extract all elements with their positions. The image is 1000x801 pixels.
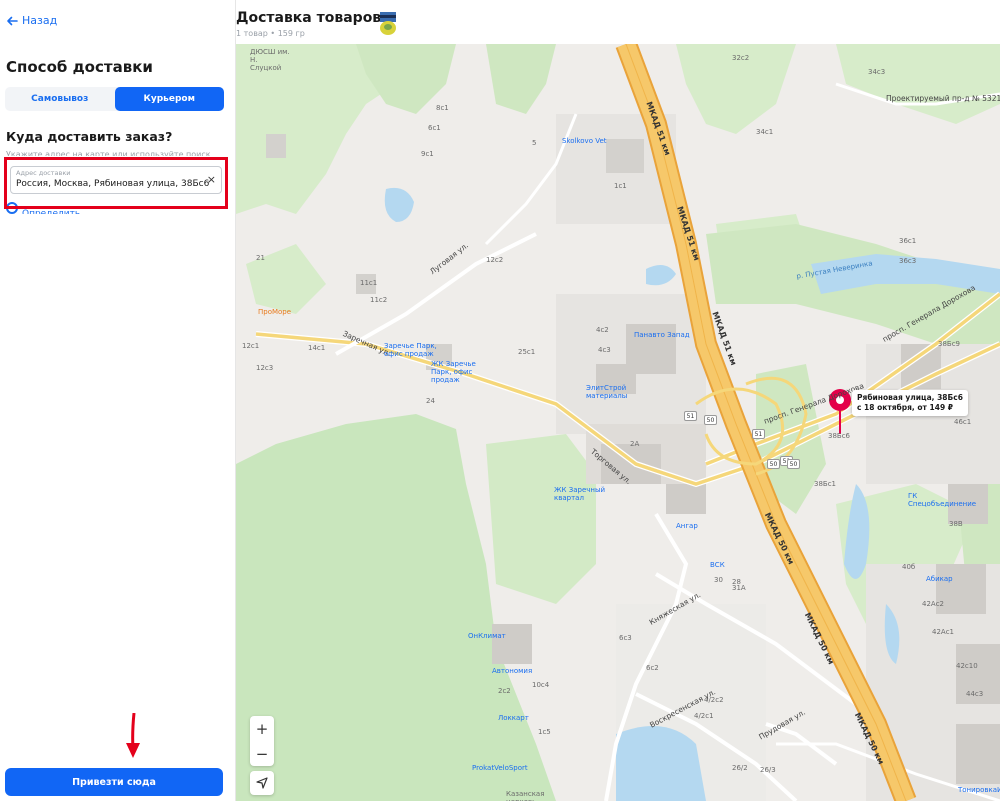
red-arrow-annotation [126, 713, 140, 758]
page-header: Доставка товаров 1 товар • 159 гр [236, 0, 1000, 44]
building-number: 9с1 [421, 150, 434, 158]
building-number: 36с3 [899, 257, 917, 265]
building-number: 34с3 [868, 68, 886, 76]
route-shield: 51 [752, 429, 765, 439]
building-number: 26/3 [760, 766, 776, 774]
page-subtitle: 1 товар • 159 гр [236, 29, 305, 38]
map[interactable]: МКАД 51 км МКАД 51 км МКАД 51 км МКАД 50… [236, 44, 1000, 801]
building-number: 4/2с1 [694, 712, 714, 720]
building-number: 2с2 [498, 687, 511, 695]
building-number: 4/2с2 [704, 696, 724, 704]
poi-onklimat[interactable]: ОнКлимат [468, 632, 506, 640]
building-number: 42Ас2 [922, 600, 944, 608]
building-number: 1с5 [538, 728, 551, 736]
address-field[interactable]: Адрес доставки Россия, Москва, Рябиновая… [10, 166, 222, 194]
zoom-in-button[interactable]: + [250, 716, 274, 741]
poi-lokkart[interactable]: Локкарт [498, 714, 529, 722]
building-number: 1с1 [614, 182, 627, 190]
building-number: 34с1 [756, 128, 774, 136]
poi-zarechye-park[interactable]: Заречье Парк, офис продаж [384, 342, 444, 358]
building-number: 11с1 [360, 279, 378, 287]
left-panel: Назад Способ доставки Самовывоз Курьером… [0, 0, 236, 801]
poi-prokat[interactable]: ProkatVeloSport [472, 764, 528, 772]
building-number: 12с1 [242, 342, 260, 350]
route-shield: 51 [684, 411, 697, 421]
building-number: 38В [949, 520, 963, 528]
route-shield: 50 [767, 459, 780, 469]
poi-vsk[interactable]: ВСК [710, 561, 725, 569]
building-number: 6с2 [646, 664, 659, 672]
address-hint: Укажите адрес на карте или используйте п… [6, 150, 211, 156]
delivery-pin-card[interactable]: Рябиновая улица, 38Бс6 с 18 октября, от … [852, 390, 968, 416]
building-number: 44с3 [966, 690, 984, 698]
building-number: 4с2 [596, 326, 609, 334]
building-number: 38Бс9 [938, 340, 961, 348]
navigation-arrow-icon [256, 777, 268, 789]
building-number: 38Бс1 [814, 480, 837, 488]
building-number: 36с1 [899, 237, 917, 245]
building-number: 40б [902, 563, 916, 571]
poi-skolkovo-vet[interactable]: Skolkovo Vet [562, 137, 607, 145]
delivery-method-switch: Самовывоз Курьером [5, 87, 224, 111]
building-number: 46с1 [954, 418, 972, 426]
zoom-out-button[interactable]: − [250, 741, 274, 766]
poi-abikar[interactable]: Абикар [926, 575, 953, 583]
poi-elitstroy[interactable]: ЭлитСтрой материалы [586, 384, 636, 400]
address-field-label: Адрес доставки [16, 169, 71, 177]
building-number: 38Бс6 [828, 432, 851, 440]
route-shield: 50 [787, 459, 800, 469]
where-heading: Куда доставить заказ? [6, 129, 173, 144]
building-number: 12с2 [486, 256, 504, 264]
building-number: 25с1 [518, 348, 536, 356]
building-number: 10с4 [532, 681, 550, 689]
tab-courier[interactable]: Курьером [114, 87, 224, 111]
locate-button[interactable] [250, 771, 274, 795]
building-number: 6с1 [428, 124, 441, 132]
building-number: 30 [714, 576, 723, 584]
building-number: 4с3 [598, 346, 611, 354]
back-label: Назад [22, 14, 58, 27]
page-title: Доставка товаров [236, 10, 382, 26]
building-number: 11с2 [370, 296, 388, 304]
arrow-left-icon [7, 16, 18, 25]
poi-zhk-zarechny[interactable]: ЖК Заречный квартал [554, 486, 614, 502]
building-number: 42Ас1 [932, 628, 954, 636]
building-number: 26/2 [732, 764, 748, 772]
route-shield: 50 [704, 415, 717, 425]
building-number: 42с10 [956, 662, 978, 670]
deliver-here-button[interactable]: Привезти сюда [5, 768, 223, 796]
address-field-value: Россия, Москва, Рябиновая улица, 38Бс6 [16, 179, 210, 189]
building-number: 12с3 [256, 364, 274, 372]
poi-angar[interactable]: Ангар [676, 522, 698, 530]
building-number: 14с1 [308, 344, 326, 352]
pin-delivery-info: с 18 октября, от 149 ₽ [857, 403, 953, 412]
delivery-method-heading: Способ доставки [6, 58, 153, 76]
poi-dyussh[interactable]: ДЮСШ им. Н. Слуцкой [250, 48, 290, 72]
poi-avtonomia[interactable]: Автономия [492, 667, 532, 675]
building-number: 6с3 [619, 634, 632, 642]
building-number: 5 [532, 139, 537, 147]
address-highlight: Адрес доставки Россия, Москва, Рябиновая… [4, 157, 228, 209]
road-label: Проектируемый пр-д № 5321 [886, 94, 1000, 103]
building-number: 8с1 [436, 104, 449, 112]
building-number: 2А [630, 440, 640, 448]
poi-kazanskaya[interactable]: Казанская церковь [506, 790, 550, 801]
back-button[interactable]: Назад [6, 14, 57, 27]
poi-promore[interactable]: ПроМоре [258, 308, 291, 316]
tab-pickup[interactable]: Самовывоз [5, 87, 115, 111]
poi-zhk-zarechye-park[interactable]: ЖК Заречье Парк, офис продаж [431, 360, 491, 384]
zoom-control: + − [250, 716, 274, 766]
poi-tonirovka[interactable]: ТонировкаИнк [958, 786, 1000, 794]
building-number: 24 [426, 397, 435, 405]
product-thumbnail [380, 12, 396, 35]
building-number: 32с2 [732, 54, 750, 62]
poi-panavto[interactable]: Панавто Запад [634, 331, 690, 339]
poi-gk-specobedinenie[interactable]: ГК Спецобъединение [908, 492, 976, 508]
building-number: 31А [732, 584, 746, 592]
map-base [236, 44, 1000, 801]
clear-icon[interactable]: × [207, 173, 216, 186]
building-number: 21 [256, 254, 265, 262]
pin-address: Рябиновая улица, 38Бс6 [857, 393, 963, 402]
